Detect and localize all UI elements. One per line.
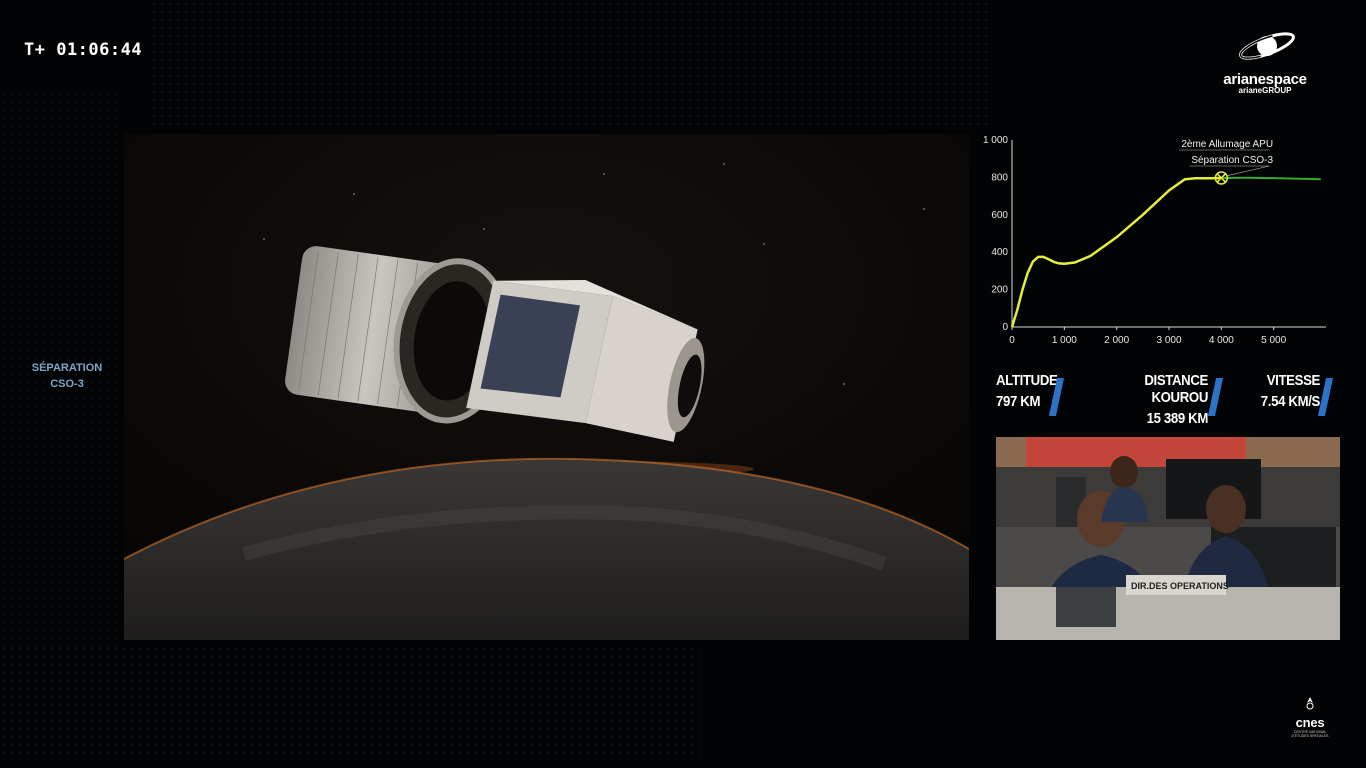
cnes-wordmark: cnes xyxy=(1295,715,1325,730)
x-tick-label: 3 000 xyxy=(1156,335,1181,346)
altitude-value: 797 KM xyxy=(996,393,1041,410)
x-tick-label: 5 000 xyxy=(1261,335,1286,346)
x-tick-label: 1 000 xyxy=(1052,335,1077,346)
altitude-profile-chart: 0 1 000 2 000 3 000 4 000 5 000 0 200 400 600 800 1… xyxy=(983,135,1326,346)
speed-value: 7.54 KM/S xyxy=(1260,393,1321,410)
chart-axes xyxy=(1011,140,1326,330)
annotation-leader-line xyxy=(1226,165,1270,177)
decorative-dot-pattern-top xyxy=(150,0,990,125)
distance-readout: DISTANCE KOUROU 15 389 KM xyxy=(1090,372,1208,427)
series-line-flown xyxy=(1010,176,1222,328)
y-tick-label: 1 000 xyxy=(983,135,1008,146)
speed-readout: VITESSE 7.54 KM/S xyxy=(1230,372,1321,410)
control-room-camera-feed: DIR.DES OPERATIONS xyxy=(996,437,1340,640)
distance-value: 15 389 KM xyxy=(1146,410,1209,427)
event-annotation-label: Séparation CSO-3 xyxy=(1191,155,1273,166)
series-line-predicted xyxy=(1221,176,1321,181)
event-annotation-label: 2ème Allumage APU xyxy=(1181,139,1273,150)
y-tick-label: 400 xyxy=(991,247,1008,258)
y-tick-label: 200 xyxy=(991,285,1008,296)
distance-label: DISTANCE KOUROU xyxy=(1144,372,1208,406)
phase-line-2: CSO-3 xyxy=(50,378,84,390)
control-room-scene: DIR.DES OPERATIONS xyxy=(996,437,1340,640)
y-tick-label: 800 xyxy=(991,172,1008,183)
main-video-feed xyxy=(124,134,969,640)
cnes-logo: cnes CENTRE NATIONAL D'ÉTUDES SPATIALES xyxy=(1288,696,1332,738)
flight-phase-label: SÉPARATION CSO-3 xyxy=(22,360,112,392)
orbit-logo-icon xyxy=(1239,32,1295,60)
telemetry-panel: ALTITUDE 797 KM DISTANCE KOUROU 15 389 K… xyxy=(990,372,1340,427)
satellite-separation-render xyxy=(124,134,969,640)
decorative-dot-pattern-bottom xyxy=(0,645,700,755)
desk-nameplate: DIR.DES OPERATIONS xyxy=(1131,581,1229,591)
cnes-tagline: CENTRE NATIONAL D'ÉTUDES SPATIALES xyxy=(1291,730,1329,738)
arianespace-logo: arianespace arianeGROUP xyxy=(1205,28,1325,95)
speed-accent-bar xyxy=(1317,378,1334,416)
cnes-emblem-icon xyxy=(1306,697,1314,710)
y-tick-label: 0 xyxy=(1002,322,1008,333)
x-tick-label: 4 000 xyxy=(1209,335,1234,346)
phase-line-1: SÉPARATION xyxy=(31,362,103,374)
x-tick-label: 2 000 xyxy=(1104,335,1129,346)
chart-tick-labels: 0 1 000 2 000 3 000 4 000 5 000 0 200 400 600 800 1… xyxy=(983,135,1287,346)
chart-series xyxy=(1010,176,1321,328)
mission-elapsed-timer: T+ 01:06:44 xyxy=(24,40,143,60)
altitude-label: ALTITUDE xyxy=(996,372,1058,389)
x-tick-label: 0 xyxy=(1009,335,1015,346)
distance-accent-bar xyxy=(1207,378,1224,416)
speed-label: VITESSE xyxy=(1266,372,1321,389)
y-tick-label: 600 xyxy=(991,210,1008,221)
